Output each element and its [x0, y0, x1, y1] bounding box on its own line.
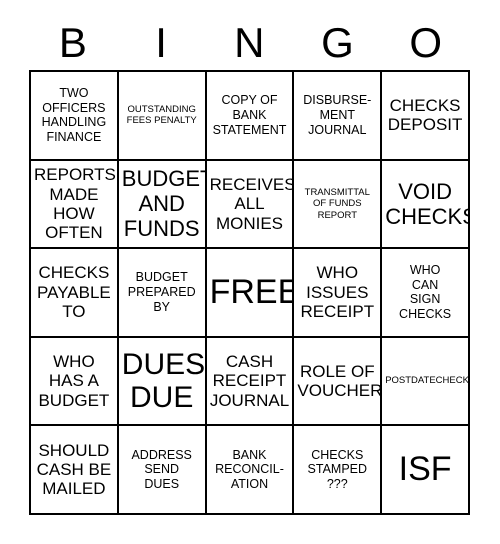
bingo-cell[interactable]: SHOULD CASH BE MAILED: [31, 426, 119, 515]
bingo-cell[interactable]: ISF: [382, 426, 470, 515]
bingo-cell[interactable]: ROLE OF VOUCHER: [294, 337, 383, 427]
bingo-header-row: B I N G O: [29, 16, 470, 70]
bingo-cell[interactable]: WHO HAS A BUDGET: [31, 337, 119, 427]
bingo-cell-label: ISF: [398, 449, 452, 488]
bingo-cell-label: WHO CAN SIGN CHECKS: [399, 262, 452, 322]
bingo-cell-label: DUES DUE: [121, 347, 206, 415]
bingo-cell[interactable]: CHECKS STAMPED ???: [294, 426, 383, 515]
bingo-cell-label: DISBURSE- MENT JOURNAL: [303, 93, 372, 137]
bingo-cell-label: BANK RECONCIL- ATION: [215, 447, 284, 492]
bingo-cell-label: BUDGET PREPARED BY: [127, 270, 196, 314]
bingo-cell-label: BUDGET AND FUNDS: [121, 166, 207, 242]
bingo-grid: TWO OFFICERS HANDLING FINANCE OUTSTANDING…: [29, 70, 470, 515]
bingo-cell-label: WHO ISSUES RECEIPT: [300, 263, 375, 322]
bingo-cell[interactable]: OUTSTANDING FEES PENALTY: [118, 72, 207, 161]
bingo-cell[interactable]: VOID CHECKS: [382, 160, 470, 250]
bingo-cell-label: ROLE OF VOUCHER: [297, 361, 383, 401]
bingo-cell[interactable]: RECEIVES ALL MONIES: [206, 160, 295, 250]
bingo-cell-label: RECEIVES ALL MONIES: [209, 174, 295, 233]
bingo-cell-label: POSTDATECHECKS: [385, 375, 470, 387]
bingo-cell[interactable]: WHO ISSUES RECEIPT: [294, 249, 383, 338]
bingo-cell-label: CHECKS STAMPED ???: [307, 447, 368, 492]
bingo-cell-label: VOID CHECKS: [385, 178, 470, 229]
bingo-header-letter-n: N: [234, 19, 265, 66]
bingo-cell[interactable]: BUDGET AND FUNDS: [118, 160, 207, 250]
bingo-cell-free[interactable]: FREE: [206, 249, 295, 338]
bingo-cell-label: FREE: [209, 272, 295, 311]
bingo-cell[interactable]: REPORTS MADE HOW OFTEN: [31, 160, 119, 250]
bingo-cell[interactable]: TWO OFFICERS HANDLING FINANCE: [31, 72, 119, 161]
bingo-cell[interactable]: TRANSMITTAL OF FUNDS REPORT: [294, 160, 383, 250]
bingo-cell-label: CHECKS PAYABLE TO: [37, 263, 111, 322]
bingo-cell-label: CASH RECEIPT JOURNAL: [209, 352, 290, 410]
bingo-cell-label: REPORTS MADE HOW OFTEN: [34, 165, 116, 243]
bingo-cell[interactable]: CASH RECEIPT JOURNAL: [206, 337, 295, 427]
bingo-header-letter-i: I: [155, 19, 168, 66]
bingo-header-letter-o: O: [409, 19, 443, 66]
bingo-cell[interactable]: DISBURSE- MENT JOURNAL: [294, 72, 383, 161]
bingo-cell-label: ADDRESS SEND DUES: [131, 447, 192, 492]
bingo-card: B I N G O TWO OFFICERS HANDLING FINANCE O…: [0, 0, 500, 544]
bingo-cell-label: OUTSTANDING FEES PENALTY: [126, 103, 197, 127]
bingo-cell[interactable]: POSTDATECHECKS: [382, 337, 470, 427]
bingo-cell-label: TWO OFFICERS HANDLING FINANCE: [41, 85, 107, 145]
bingo-cell[interactable]: DUES DUE: [118, 337, 207, 427]
bingo-cell-label: WHO HAS A BUDGET: [38, 352, 110, 410]
bingo-cell[interactable]: COPY OF BANK STATEMENT: [206, 72, 295, 161]
bingo-cell-label: CHECKS DEPOSIT: [387, 95, 463, 135]
bingo-cell[interactable]: CHECKS PAYABLE TO: [31, 249, 119, 338]
bingo-cell[interactable]: BANK RECONCIL- ATION: [206, 426, 295, 515]
bingo-cell-label: COPY OF BANK STATEMENT: [212, 93, 287, 137]
bingo-cell[interactable]: WHO CAN SIGN CHECKS: [382, 249, 470, 338]
bingo-cell-label: SHOULD CASH BE MAILED: [36, 440, 112, 499]
bingo-header-letter-g: G: [321, 19, 355, 66]
bingo-cell[interactable]: ADDRESS SEND DUES: [118, 426, 207, 515]
bingo-cell-label: TRANSMITTAL OF FUNDS REPORT: [304, 186, 370, 221]
bingo-cell[interactable]: BUDGET PREPARED BY: [118, 249, 207, 338]
bingo-cell[interactable]: CHECKS DEPOSIT: [382, 72, 470, 161]
bingo-header-letter-b: B: [58, 19, 88, 66]
